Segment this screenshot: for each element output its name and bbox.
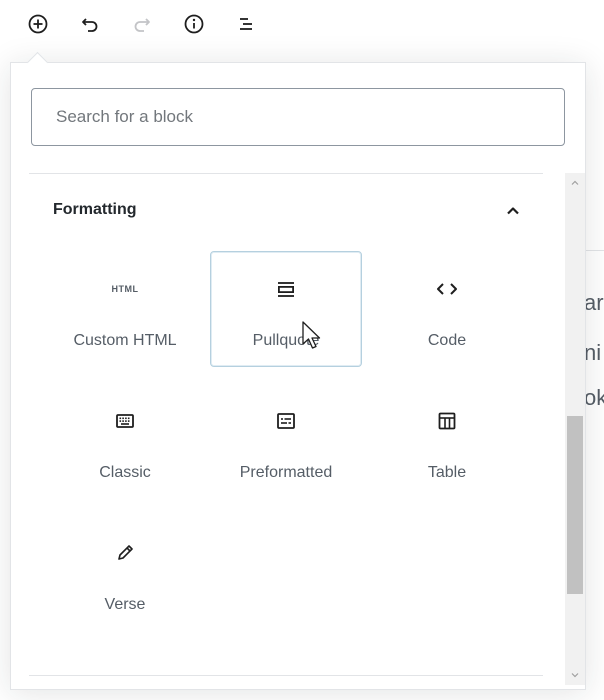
section-toggle-button[interactable] (501, 199, 525, 223)
block-label: Preformatted (239, 464, 333, 481)
scroll-thumb[interactable] (567, 416, 583, 594)
chevron-up-small-icon (571, 180, 579, 185)
section-title: Formatting (53, 201, 137, 218)
block-search-box (31, 88, 565, 146)
block-inserter-panel: Formatting HTML Custom HTML Pullquote (10, 62, 586, 690)
block-label: Verse (104, 596, 146, 613)
mouse-cursor-icon (302, 321, 321, 349)
formatting-section-header[interactable]: Formatting (29, 191, 543, 231)
block-label: Custom HTML (73, 332, 177, 349)
block-custom-html[interactable]: HTML Custom HTML (49, 251, 201, 367)
block-label: Table (427, 464, 467, 481)
info-button[interactable] (178, 8, 210, 40)
table-icon-wrap (372, 408, 522, 434)
background-text-1: ar (584, 290, 604, 315)
add-block-button[interactable] (22, 8, 54, 40)
redo-button[interactable] (126, 8, 158, 40)
block-preformatted[interactable]: Preformatted (210, 383, 362, 499)
keyboard-icon (116, 414, 134, 428)
block-label: Classic (99, 464, 151, 481)
html-icon: HTML (111, 284, 139, 294)
preformatted-icon-wrap (211, 408, 361, 434)
undo-icon (82, 18, 98, 32)
preformatted-icon (277, 413, 295, 429)
chevron-up-icon (507, 207, 519, 215)
block-label: Pullquote (252, 332, 320, 349)
background-text-3: ok (584, 385, 604, 410)
panel-scrollbar[interactable] (565, 173, 585, 685)
scroll-down-arrow[interactable] (565, 665, 585, 685)
scroll-up-arrow[interactable] (565, 173, 585, 193)
search-divider (29, 173, 543, 174)
block-code[interactable]: Code (371, 251, 523, 367)
outline-icon (240, 18, 252, 30)
code-icon (437, 283, 457, 295)
block-classic[interactable]: Classic (49, 383, 201, 499)
editor-toolbar (0, 0, 604, 52)
info-icon (184, 14, 204, 34)
block-search-input[interactable] (32, 89, 564, 145)
block-verse[interactable]: Verse (49, 515, 201, 631)
block-pullquote[interactable]: Pullquote (210, 251, 362, 367)
pullquote-icon (278, 282, 294, 297)
add-block-icon (28, 14, 48, 34)
undo-button[interactable] (74, 8, 106, 40)
block-label: Code (427, 332, 467, 349)
table-icon (438, 412, 456, 430)
block-table[interactable]: Table (371, 383, 523, 499)
chevron-down-small-icon (571, 673, 579, 678)
pencil-icon-wrap (50, 540, 200, 566)
pullquote-icon-wrap (211, 276, 361, 302)
pencil-icon (118, 545, 133, 560)
keyboard-icon-wrap (50, 408, 200, 434)
redo-icon (134, 18, 150, 32)
code-icon-wrap (372, 276, 522, 302)
background-text-2: ni (584, 340, 602, 365)
section-bottom-divider (29, 675, 543, 676)
outline-button[interactable] (230, 8, 262, 40)
